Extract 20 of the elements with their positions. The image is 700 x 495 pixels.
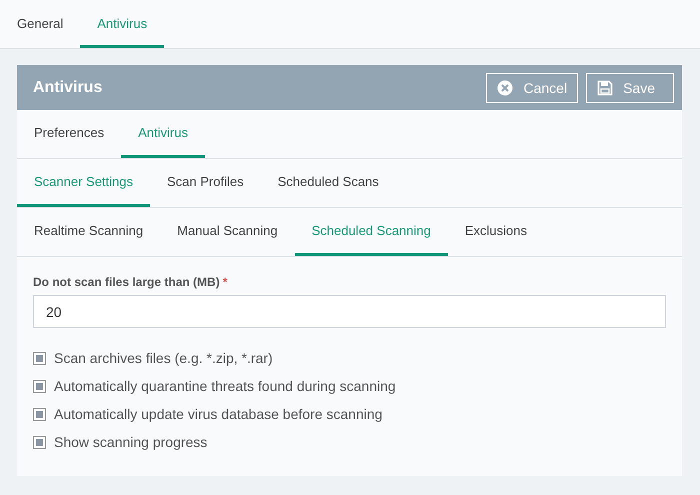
checkbox-label: Show scanning progress <box>54 434 208 450</box>
size-input-field[interactable]: 20 <box>33 295 666 328</box>
checkbox[interactable] <box>33 352 46 364</box>
tab[interactable]: General <box>0 0 80 48</box>
checkbox[interactable] <box>33 408 46 420</box>
tab[interactable]: Scan Profiles <box>150 159 261 207</box>
tab[interactable]: Preferences <box>17 110 122 158</box>
checkbox[interactable] <box>33 380 46 392</box>
required-mark: * <box>222 275 228 289</box>
tab[interactable]: Scheduled Scans <box>260 159 396 207</box>
checkbox-label: Automatically quarantine threats found during scanning <box>54 378 396 394</box>
tab[interactable]: Manual Scanning <box>160 208 295 256</box>
tab[interactable]: Exclusions <box>448 208 544 256</box>
panel-title: Antivirus <box>33 78 102 96</box>
checkbox[interactable] <box>33 436 46 448</box>
field-label: Do not scan files large than (MB) <box>33 275 220 289</box>
close-icon <box>497 80 514 96</box>
tab[interactable]: Realtime Scanning <box>17 208 160 256</box>
checkbox-label: Scan archives files (e.g. *.zip, *.rar) <box>54 350 273 366</box>
checkbox-label: Automatically update virus database before scanning <box>54 406 382 422</box>
